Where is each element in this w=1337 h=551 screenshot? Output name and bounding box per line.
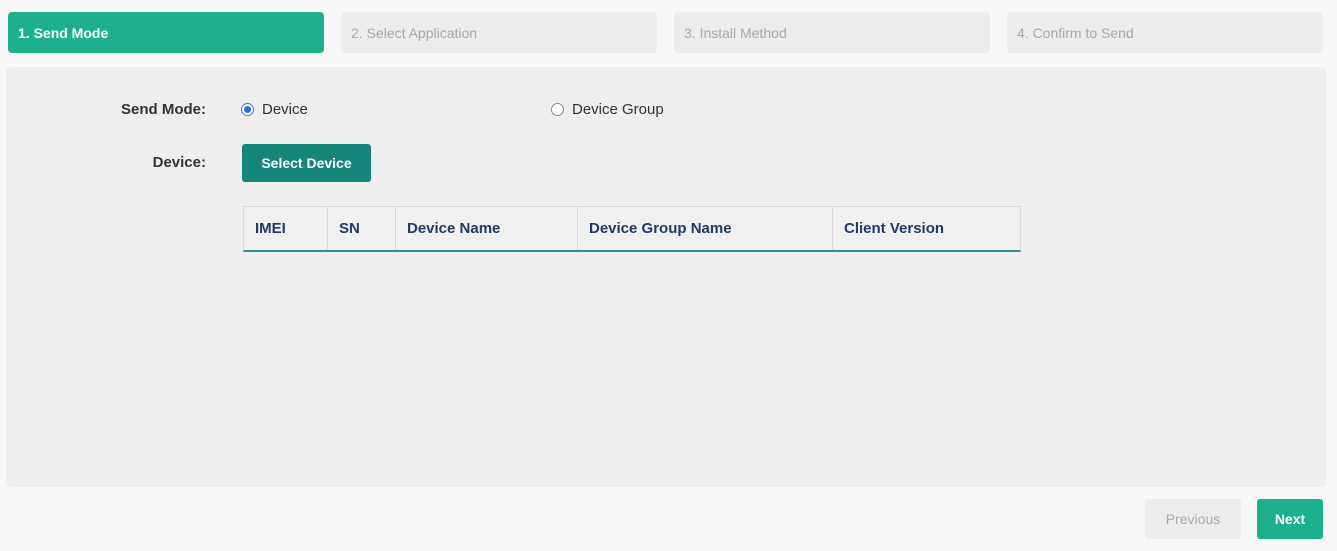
- send-mode-panel: Send Mode: Device Device Group Device: S…: [6, 67, 1326, 487]
- column-header-device-name[interactable]: Device Name: [396, 207, 578, 250]
- previous-button[interactable]: Previous: [1145, 499, 1241, 539]
- step-send-mode[interactable]: 1. Send Mode: [8, 12, 324, 53]
- step-install-method[interactable]: 3. Install Method: [674, 12, 990, 53]
- step-label: 2. Select Application: [351, 24, 478, 41]
- next-button[interactable]: Next: [1257, 499, 1323, 539]
- column-header-imei[interactable]: IMEI: [244, 207, 328, 250]
- step-progress-bar: 1. Send Mode 2. Select Application 3. In…: [8, 12, 1323, 53]
- column-header-device-group-name[interactable]: Device Group Name: [578, 207, 833, 250]
- radio-checked-icon: [241, 103, 254, 116]
- step-confirm-to-send[interactable]: 4. Confirm to Send: [1007, 12, 1323, 53]
- select-device-button[interactable]: Select Device: [242, 144, 371, 182]
- radio-device[interactable]: Device: [241, 101, 308, 118]
- step-select-application[interactable]: 2. Select Application: [341, 12, 657, 53]
- send-mode-label: Send Mode:: [121, 101, 206, 118]
- device-label: Device:: [152, 154, 206, 171]
- step-label: 1. Send Mode: [18, 24, 109, 41]
- step-label: 4. Confirm to Send: [1017, 24, 1134, 41]
- device-table-header: IMEI SN Device Name Device Group Name Cl…: [243, 206, 1021, 252]
- radio-label: Device Group: [572, 101, 664, 118]
- column-header-sn[interactable]: SN: [328, 207, 396, 250]
- column-header-client-version[interactable]: Client Version: [833, 207, 1020, 250]
- step-label: 3. Install Method: [684, 24, 787, 41]
- radio-device-group[interactable]: Device Group: [551, 101, 664, 118]
- radio-label: Device: [262, 101, 308, 118]
- radio-unchecked-icon: [551, 103, 564, 116]
